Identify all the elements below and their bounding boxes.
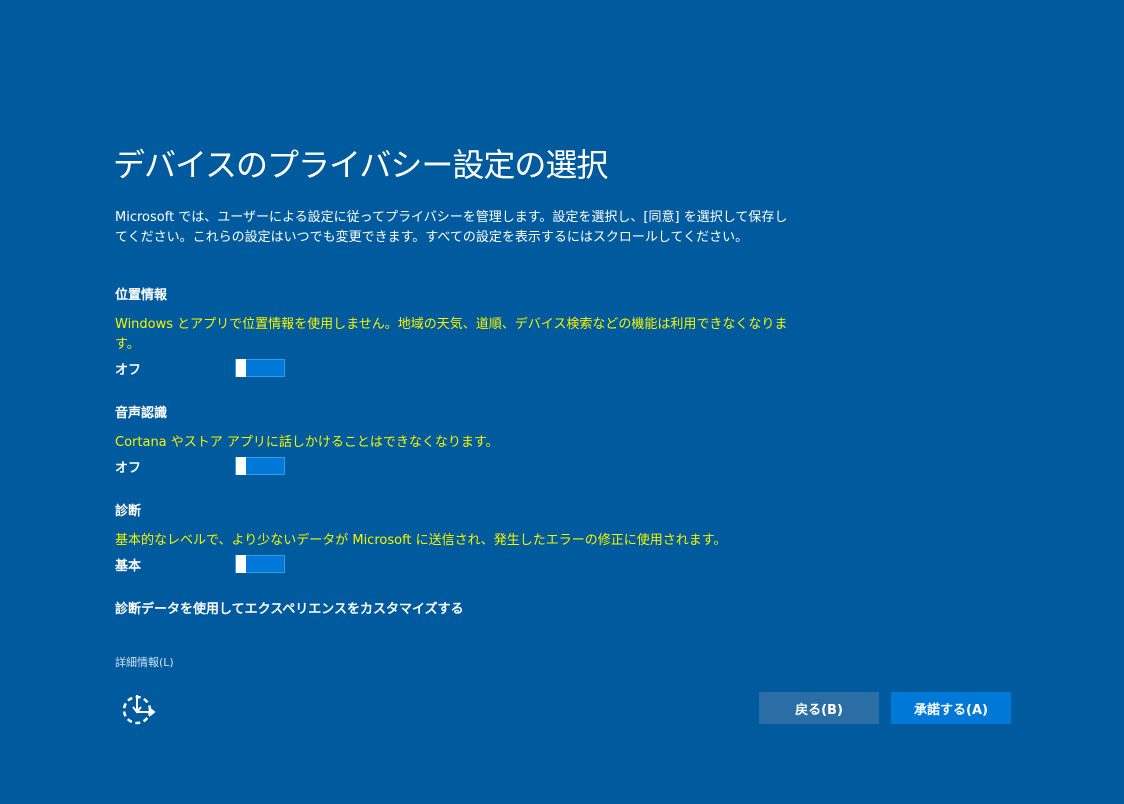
toggle-thumb	[236, 457, 246, 475]
toggle-thumb	[236, 555, 246, 573]
accept-button[interactable]: 承諾する(A)	[891, 692, 1011, 724]
toggle-state-label: オフ	[115, 362, 142, 378]
intro-text: Microsoft では、ユーザーによる設定に従ってプライバシーを管理します。設…	[115, 210, 788, 245]
speech-toggle[interactable]	[235, 457, 285, 475]
section-heading: 診断データを使用してエクスペリエンスをカスタマイズする	[115, 602, 464, 617]
section-description: Windows とアプリで位置情報を使用しません。地域の天気、道順、デバイス検索…	[115, 317, 788, 352]
section-heading: 診断	[115, 504, 142, 519]
speech-section: 音声認識 Cortana やストア アプリに話しかけることはできなくなります。 …	[115, 402, 805, 477]
section-heading: 位置情報	[115, 288, 168, 303]
toggle-thumb	[236, 359, 246, 377]
ease-of-access-icon[interactable]	[120, 691, 156, 727]
more-info-link[interactable]: 詳細情報(L)	[115, 654, 174, 670]
section-description: 基本的なレベルで、より少ないデータが Microsoft に送信され、発生したエ…	[115, 533, 727, 548]
location-section: 位置情報 Windows とアプリで位置情報を使用しません。地域の天気、道順、デ…	[115, 284, 805, 379]
section-description: Cortana やストア アプリに話しかけることはできなくなります。	[115, 435, 499, 450]
section-heading: 音声認識	[115, 406, 168, 421]
diagnostics-section: 診断 基本的なレベルで、より少ないデータが Microsoft に送信され、発生…	[115, 500, 805, 575]
diagnostics-toggle[interactable]	[235, 555, 285, 573]
back-button[interactable]: 戻る(B)	[759, 692, 879, 724]
page-title: デバイスのプライバシー設定の選択	[113, 146, 608, 184]
toggle-state-label: オフ	[115, 460, 142, 476]
tailored-experience-section: 診断データを使用してエクスペリエンスをカスタマイズする	[115, 598, 805, 617]
location-toggle[interactable]	[235, 359, 285, 377]
toggle-state-label: 基本	[115, 558, 142, 574]
